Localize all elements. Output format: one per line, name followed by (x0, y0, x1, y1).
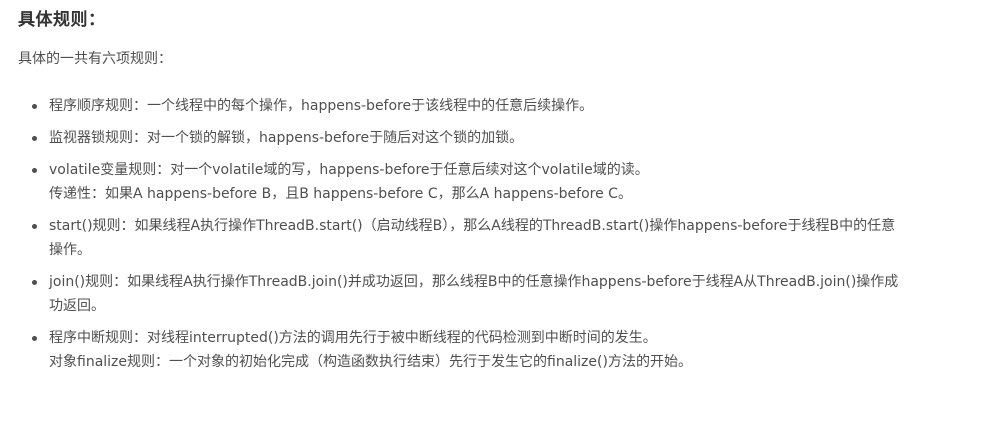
rule-text: 监视器锁规则：对一个锁的解锁，happens-before于随后对这个锁的加锁。 (49, 130, 524, 146)
rule-item-volatile: volatile变量规则：对一个volatile域的写，happens-befo… (18, 158, 982, 206)
bullet-icon (32, 224, 37, 229)
rule-item-start: start()规则：如果线程A执行操作ThreadB.start()（启动线程B… (18, 214, 982, 262)
bullet-icon (32, 104, 37, 109)
bullet-icon (32, 136, 37, 141)
rule-item-join: join()规则：如果线程A执行操作ThreadB.join()并成功返回，那么… (18, 270, 982, 318)
rule-text: 程序中断规则：对线程interrupted()方法的调用先行于被中断线程的代码检… (49, 330, 657, 346)
rule-item-program-order: 程序顺序规则：一个线程中的每个操作，happens-before于该线程中的任意… (18, 94, 982, 118)
intro-paragraph: 具体的一共有六项规则： (18, 51, 172, 67)
rule-text-continuation: 功返回。 (49, 298, 105, 314)
rule-text: volatile变量规则：对一个volatile域的写，happens-befo… (49, 162, 649, 178)
bullet-icon (32, 336, 37, 341)
rules-list: 程序顺序规则：一个线程中的每个操作，happens-before于该线程中的任意… (18, 94, 982, 374)
section-heading: 具体规则： (18, 10, 106, 30)
rule-item-monitor-lock: 监视器锁规则：对一个锁的解锁，happens-before于随后对这个锁的加锁。 (18, 126, 982, 150)
rule-text: start()规则：如果线程A执行操作ThreadB.start()（启动线程B… (49, 218, 896, 234)
bullet-icon (32, 280, 37, 285)
rule-item-interrupt: 程序中断规则：对线程interrupted()方法的调用先行于被中断线程的代码检… (18, 326, 982, 374)
article-content: 具体规则： 具体的一共有六项规则： 程序顺序规则：一个线程中的每个操作，happ… (18, 8, 982, 382)
rule-text-continuation: 操作。 (49, 242, 91, 258)
rule-text-continuation: 对象finalize规则：一个对象的初始化完成（构造函数执行结束）先行于发生它的… (49, 354, 692, 370)
rule-text: 程序顺序规则：一个线程中的每个操作，happens-before于该线程中的任意… (49, 98, 594, 114)
bullet-icon (32, 168, 37, 173)
rule-text-continuation: 传递性：如果A happens-before B，且B happens-befo… (49, 186, 632, 202)
rule-text: join()规则：如果线程A执行操作ThreadB.join()并成功返回，那么… (49, 274, 899, 290)
